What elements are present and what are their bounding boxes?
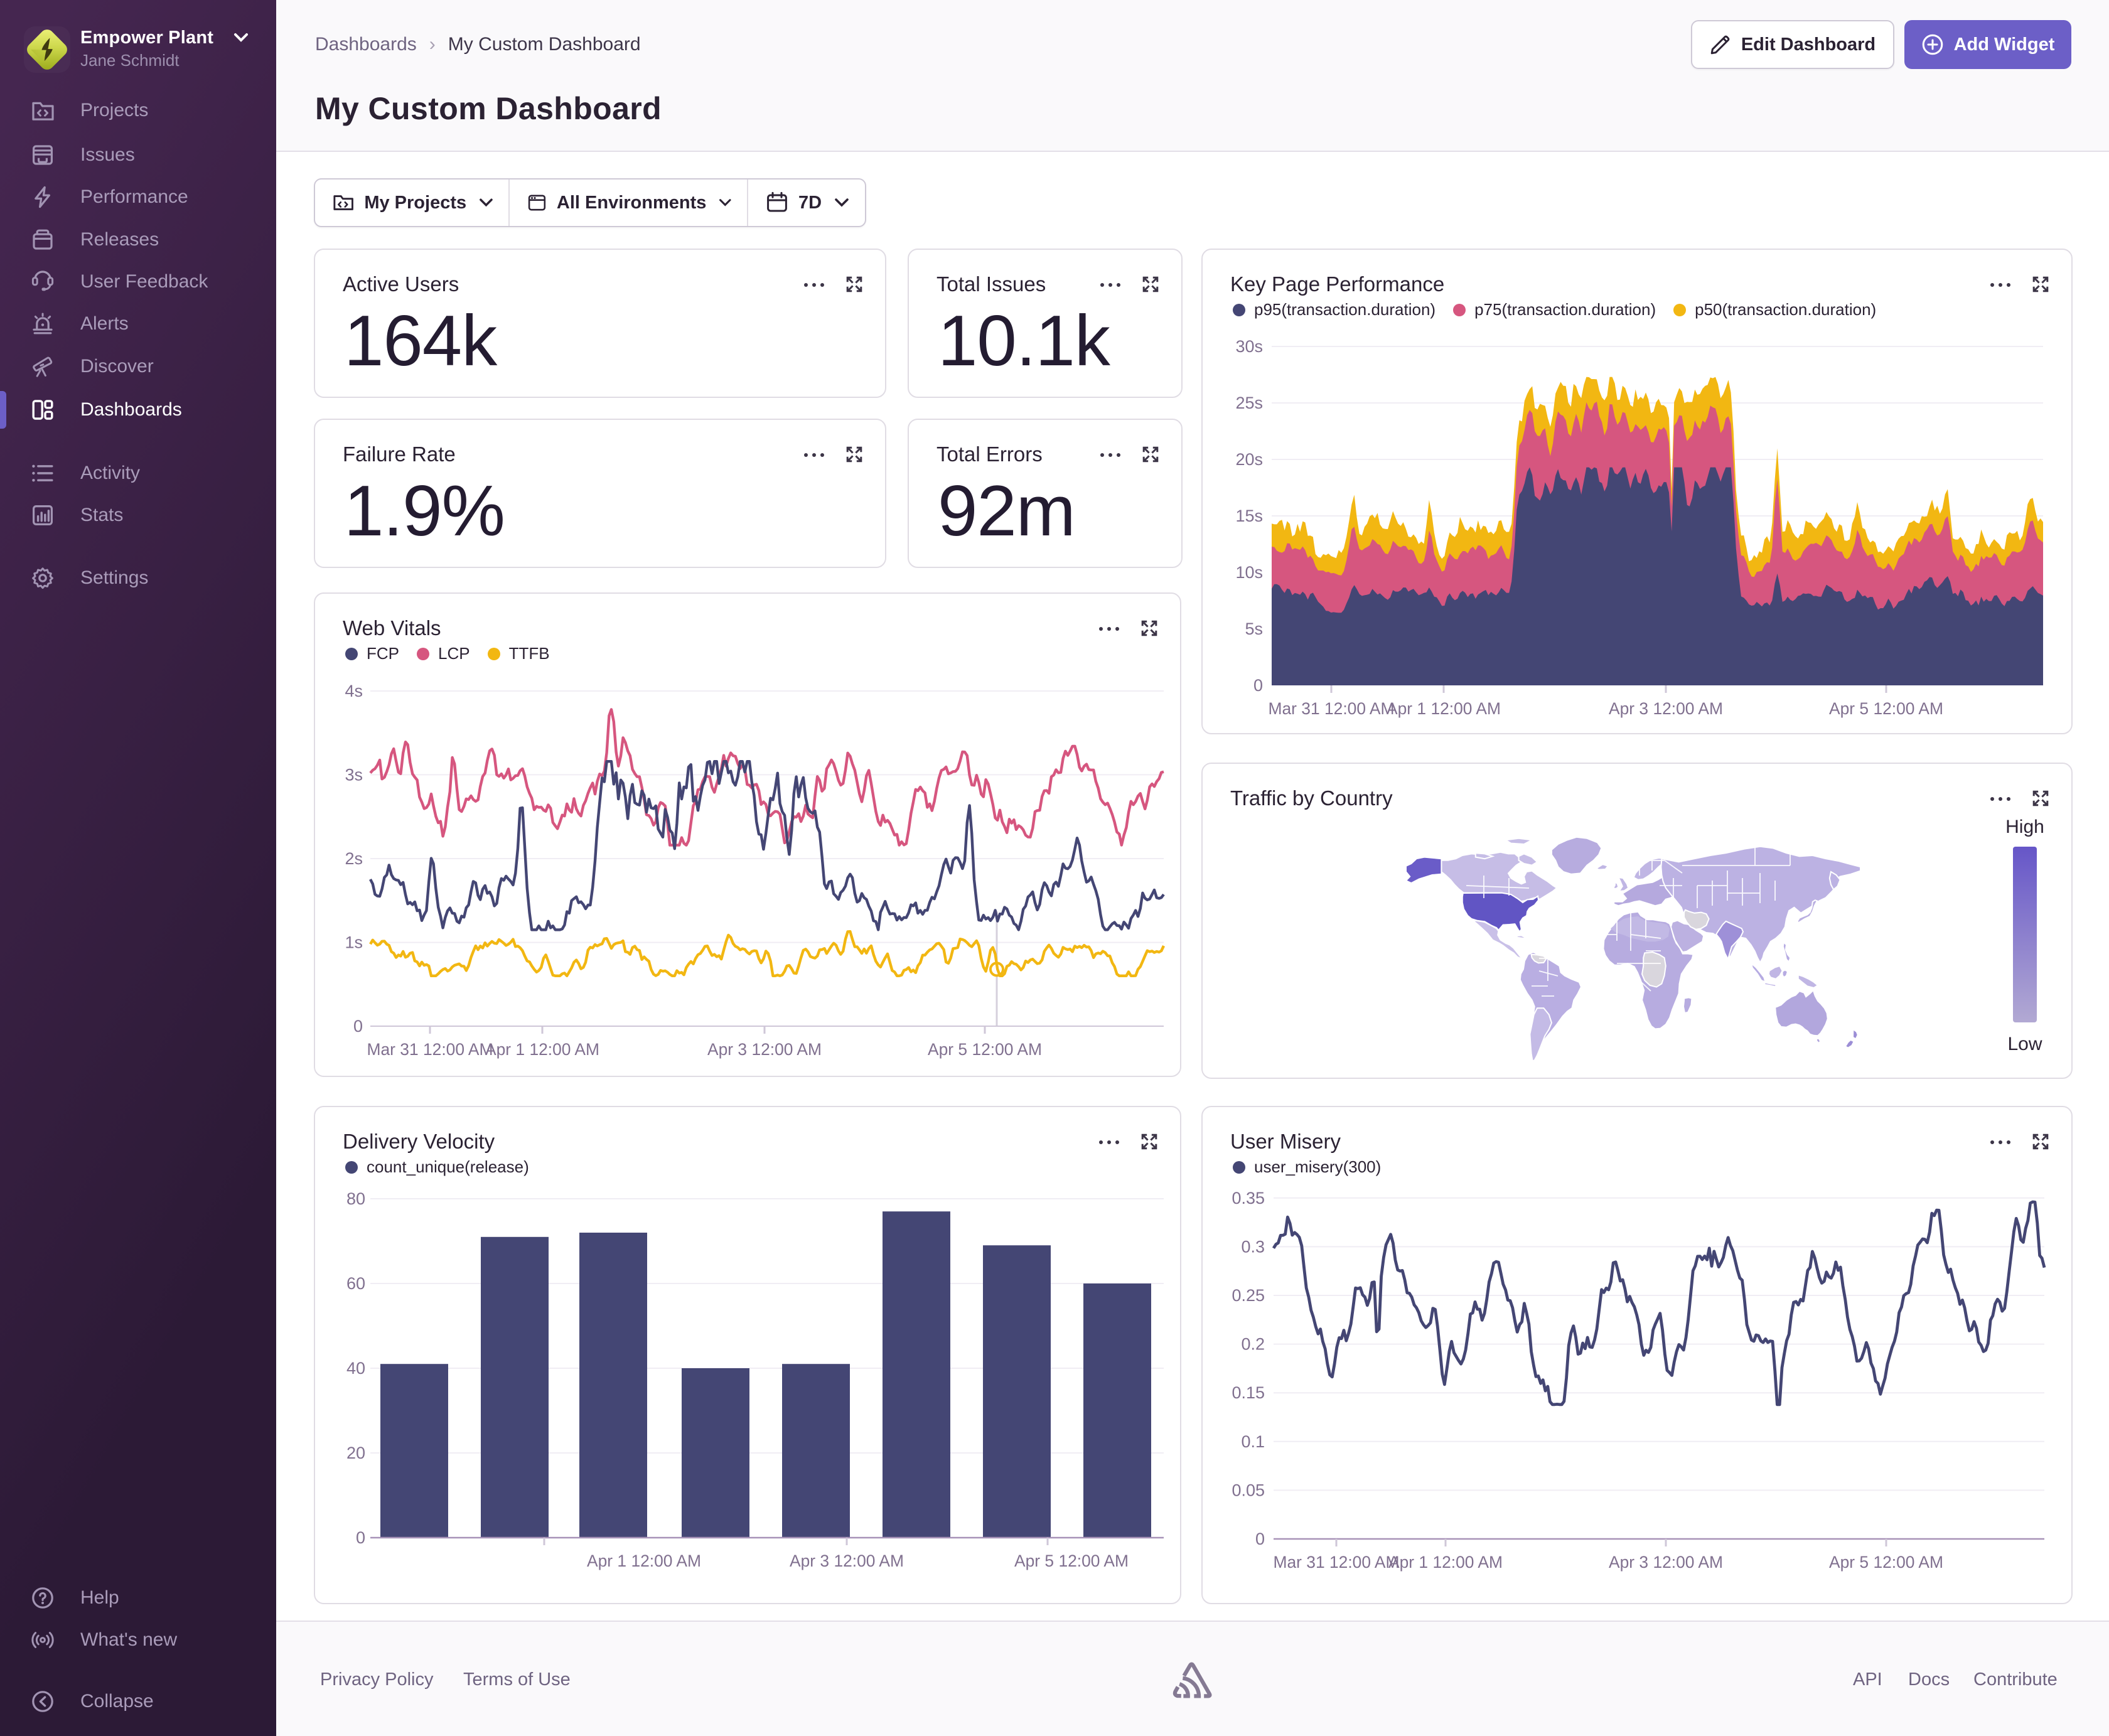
svg-text:Apr 5 12:00 AM: Apr 5 12:00 AM [1829, 699, 1943, 718]
svg-text:25s: 25s [1235, 394, 1263, 412]
svg-text:5s: 5s [1245, 619, 1263, 638]
svg-text:40: 40 [346, 1359, 365, 1378]
svg-text:20s: 20s [1235, 450, 1263, 469]
svg-text:Apr 1 12:00 AM: Apr 1 12:00 AM [1388, 1553, 1503, 1572]
svg-text:0.05: 0.05 [1232, 1481, 1265, 1499]
svg-text:Apr 3 12:00 AM: Apr 3 12:00 AM [707, 1040, 822, 1059]
svg-text:Apr 1 12:00 AM: Apr 1 12:00 AM [1387, 699, 1501, 718]
svg-text:15s: 15s [1235, 506, 1263, 525]
svg-text:0.2: 0.2 [1241, 1335, 1265, 1354]
svg-text:0: 0 [356, 1528, 365, 1547]
svg-text:Apr 3 12:00 AM: Apr 3 12:00 AM [1609, 699, 1723, 718]
svg-text:2s: 2s [345, 849, 363, 868]
svg-text:0.35: 0.35 [1232, 1189, 1265, 1208]
svg-text:0.15: 0.15 [1232, 1383, 1265, 1402]
svg-text:Apr 5 12:00 AM: Apr 5 12:00 AM [1014, 1551, 1129, 1570]
svg-text:1s: 1s [345, 933, 363, 951]
svg-text:4s: 4s [345, 682, 363, 700]
svg-text:0.1: 0.1 [1241, 1432, 1265, 1451]
svg-text:0: 0 [353, 1017, 363, 1036]
svg-text:0.3: 0.3 [1241, 1237, 1265, 1256]
svg-text:Apr 3 12:00 AM: Apr 3 12:00 AM [790, 1551, 904, 1570]
svg-text:0.25: 0.25 [1232, 1286, 1265, 1305]
svg-text:0: 0 [1255, 1530, 1265, 1548]
svg-text:Mar 31 12:00 AM: Mar 31 12:00 AM [1274, 1553, 1400, 1572]
svg-text:Low: Low [2007, 1034, 2042, 1054]
svg-text:10s: 10s [1235, 563, 1263, 582]
svg-text:3s: 3s [345, 766, 363, 785]
svg-text:High: High [2005, 817, 2044, 837]
svg-text:80: 80 [346, 1189, 365, 1208]
svg-text:30s: 30s [1235, 337, 1263, 356]
svg-text:Mar 31 12:00 AM: Mar 31 12:00 AM [367, 1040, 493, 1059]
svg-text:20: 20 [346, 1444, 365, 1462]
svg-text:Apr 3 12:00 AM: Apr 3 12:00 AM [1609, 1553, 1723, 1572]
svg-text:0: 0 [1253, 676, 1263, 695]
svg-text:Apr 1 12:00 AM: Apr 1 12:00 AM [485, 1040, 599, 1059]
svg-text:Mar 31 12:00 AM: Mar 31 12:00 AM [1269, 699, 1395, 718]
svg-text:60: 60 [346, 1274, 365, 1293]
svg-text:Apr 1 12:00 AM: Apr 1 12:00 AM [587, 1551, 701, 1570]
svg-text:Apr 5 12:00 AM: Apr 5 12:00 AM [1829, 1553, 1943, 1572]
svg-text:Apr 5 12:00 AM: Apr 5 12:00 AM [928, 1040, 1042, 1059]
